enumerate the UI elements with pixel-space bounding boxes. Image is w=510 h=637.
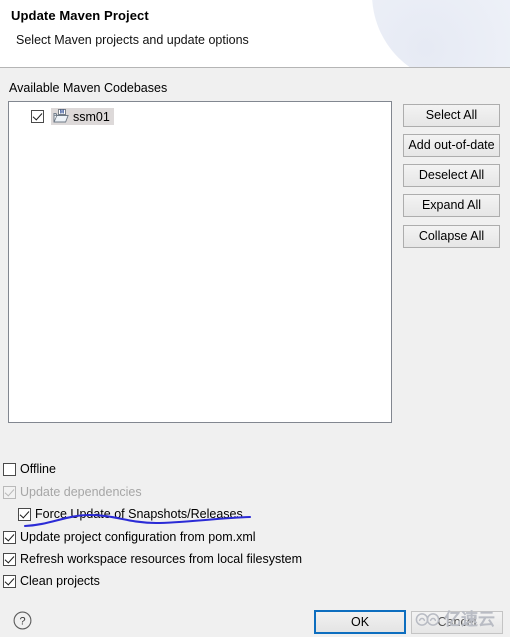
option-update-dependencies-label: Update dependencies: [20, 485, 142, 499]
option-update-dependencies: Update dependencies: [3, 484, 142, 500]
option-offline-label: Offline: [20, 462, 56, 476]
option-clean-projects-label: Clean projects: [20, 574, 100, 588]
select-all-button[interactable]: Select All: [403, 104, 500, 127]
option-force-update-snapshots-label: Force Update of Snapshots/Releases: [35, 507, 243, 521]
page-title: Update Maven Project: [11, 8, 149, 23]
tree-item-content[interactable]: M ssm01: [51, 108, 114, 125]
option-offline-checkbox[interactable]: [3, 462, 16, 476]
header-decorative-arc: [372, 0, 510, 68]
option-force-update-snapshots-checkbox[interactable]: [18, 507, 31, 521]
cancel-button[interactable]: Cancel: [411, 611, 503, 634]
svg-text:?: ?: [19, 616, 25, 628]
svg-text:M: M: [60, 110, 64, 116]
maven-project-folder-icon: M: [53, 109, 69, 124]
expand-all-button[interactable]: Expand All: [403, 194, 500, 217]
collapse-all-button[interactable]: Collapse All: [403, 225, 500, 248]
maven-codebases-tree[interactable]: M ssm01: [8, 101, 392, 423]
page-subtitle: Select Maven projects and update options: [16, 33, 249, 47]
tree-item-checkbox[interactable]: [31, 110, 44, 123]
tree-item-label: ssm01: [73, 109, 110, 124]
option-clean-projects[interactable]: Clean projects: [3, 573, 100, 589]
option-update-project-configuration-checkbox[interactable]: [3, 530, 16, 544]
option-refresh-workspace-checkbox[interactable]: [3, 552, 16, 566]
available-codebases-label: Available Maven Codebases: [9, 81, 168, 95]
option-refresh-workspace-label: Refresh workspace resources from local f…: [20, 552, 303, 566]
option-offline[interactable]: Offline: [3, 461, 56, 477]
option-update-dependencies-checkbox: [3, 485, 16, 499]
add-out-of-date-button[interactable]: Add out-of-date: [403, 134, 500, 157]
option-update-project-configuration[interactable]: Update project configuration from pom.xm…: [3, 529, 256, 545]
tree-item-ssm01[interactable]: M ssm01: [31, 107, 114, 126]
deselect-all-button[interactable]: Deselect All: [403, 164, 500, 187]
ok-button[interactable]: OK: [314, 610, 406, 634]
option-refresh-workspace[interactable]: Refresh workspace resources from local f…: [3, 551, 302, 567]
help-icon[interactable]: ?: [13, 611, 32, 630]
option-clean-projects-checkbox[interactable]: [3, 574, 16, 588]
option-force-update-snapshots[interactable]: Force Update of Snapshots/Releases: [18, 506, 243, 522]
header-separator: [0, 67, 510, 68]
wizard-header-banner: Update Maven Project Select Maven projec…: [0, 0, 510, 68]
option-update-project-configuration-label: Update project configuration from pom.xm…: [20, 530, 256, 544]
